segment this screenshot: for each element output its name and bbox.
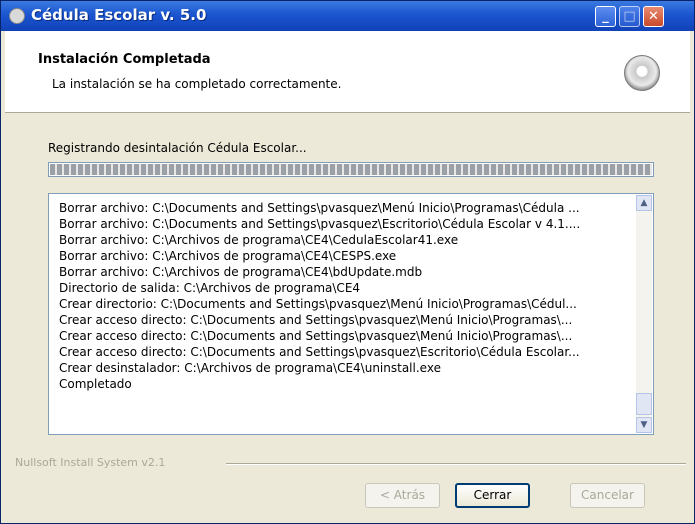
log-line: Crear acceso directo: C:\Documents and S… [59,345,580,359]
app-icon [9,8,25,24]
progress-bar [48,162,654,177]
progress-fill [50,164,652,175]
window-title: Cédula Escolar v. 5.0 [31,6,207,24]
log-line: Borrar archivo: C:\Documents and Setting… [59,217,581,231]
header-panel: Instalación Completada La instalación se… [5,31,690,113]
log-scrollbar[interactable]: ▲ ▼ [636,195,652,433]
back-button[interactable]: < Atrás [365,483,440,508]
log-line: Crear acceso directo: C:\Documents and S… [59,313,573,327]
log-line: Crear directorio: C:\Documents and Setti… [59,297,577,311]
log-line: Crear desinstalador: C:\Archivos de prog… [59,361,441,375]
log-line: Borrar archivo: C:\Archivos de programa\… [59,265,423,279]
details-log[interactable]: Borrar archivo: C:\Documents and Setting… [48,193,654,435]
log-line: Borrar archivo: C:\Archivos de programa\… [59,249,397,263]
scroll-thumb[interactable] [636,393,652,415]
log-line: Crear acceso directo: C:\Documents and S… [59,329,573,343]
page-subtitle: La instalación se ha completado correcta… [52,77,342,91]
divider [226,463,686,465]
page-title: Instalación Completada [38,52,211,67]
log-list: Borrar archivo: C:\Documents and Setting… [59,200,627,392]
scroll-down-arrow-icon[interactable]: ▼ [636,417,652,433]
log-line: Borrar archivo: C:\Archivos de programa\… [59,233,459,247]
disc-icon [624,55,660,91]
close-window-button[interactable]: ✕ [643,6,664,27]
progress-status: Registrando desintalación Cédula Escolar… [48,141,307,155]
maximize-button[interactable]: □ [619,6,640,27]
close-button[interactable]: Cerrar [455,483,530,508]
title-bar[interactable]: Cédula Escolar v. 5.0 _ □ ✕ [1,1,694,31]
log-line: Completado [59,377,132,391]
cancel-button[interactable]: Cancelar [570,483,645,508]
log-line: Borrar archivo: C:\Documents and Setting… [59,201,580,215]
installer-window: Cédula Escolar v. 5.0 _ □ ✕ Instalación … [0,0,695,524]
branding-text: Nullsoft Install System v2.1 [15,456,166,469]
minimize-button[interactable]: _ [595,6,616,27]
log-line: Directorio de salida: C:\Archivos de pro… [59,281,361,295]
scroll-up-arrow-icon[interactable]: ▲ [636,195,652,211]
